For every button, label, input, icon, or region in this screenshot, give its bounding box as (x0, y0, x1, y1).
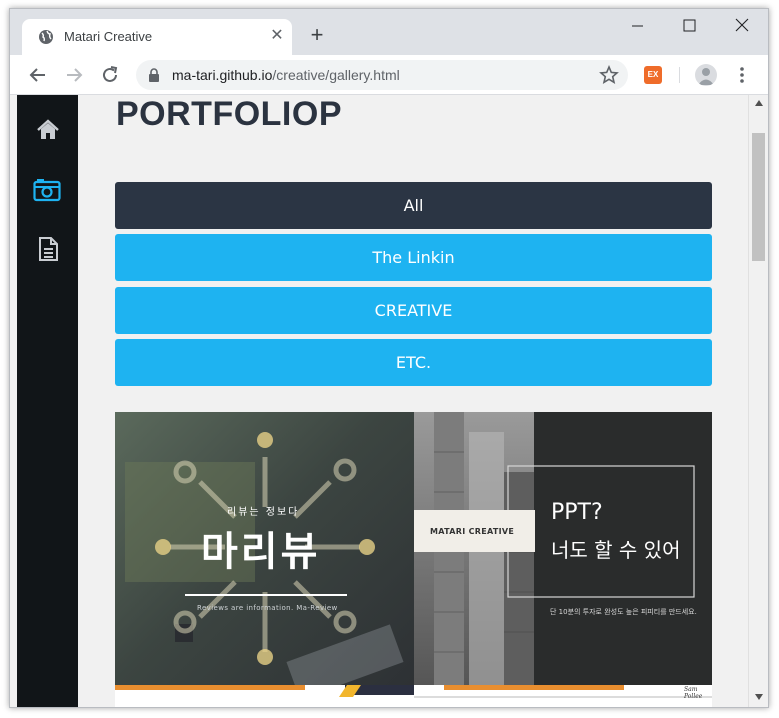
back-icon[interactable] (26, 63, 50, 87)
url-host: ma-tari.github.io (172, 67, 273, 83)
filter-all-button[interactable]: All (115, 182, 712, 229)
scroll-up-arrow-icon[interactable] (754, 99, 764, 107)
browser-window: Matari Creative ✕ + ma-tari.github.io/cr… (9, 8, 769, 708)
bookmark-star-icon[interactable] (598, 64, 620, 86)
url-text: ma-tari.github.io/creative/gallery.html (172, 67, 400, 83)
page-title: PORTFOLIOP (116, 95, 342, 133)
home-icon[interactable] (35, 117, 61, 143)
new-tab-button[interactable]: + (306, 24, 328, 46)
tab-strip: Matari Creative ✕ + (10, 9, 768, 55)
toolbar-divider (679, 67, 680, 83)
address-bar[interactable]: ma-tari.github.io/creative/gallery.html (136, 60, 628, 90)
ppt-brand-label: MATARI CREATIVE (430, 527, 515, 536)
ppt-caption: 단 10분의 투자로 완성도 높은 피피티를 만드세요. (550, 608, 697, 616)
gallery-item-ppt[interactable]: MATARI CREATIVE PPT? 너도 할 수 있어 단 10분의 투자… (414, 412, 712, 707)
vertical-scrollbar[interactable] (748, 95, 768, 707)
extension-icon[interactable]: EX (644, 66, 662, 84)
person-icon (698, 68, 714, 85)
maximize-icon[interactable] (675, 13, 705, 37)
ppt-headline: PPT? (551, 500, 603, 525)
forward-icon[interactable] (62, 63, 86, 87)
filter-creative-button[interactable]: CREATIVE (115, 287, 712, 334)
close-tab-icon[interactable]: ✕ (268, 26, 286, 46)
menu-icon[interactable] (732, 63, 752, 87)
globe-icon (39, 30, 53, 44)
gallery-grid: 리뷰는 정보다 마리뷰 Reviews are information. Ma-… (115, 412, 712, 707)
lock-icon (149, 68, 159, 82)
minimize-icon[interactable] (623, 13, 653, 37)
scroll-down-arrow-icon[interactable] (754, 693, 764, 701)
mareview-caption: Reviews are information. Ma-Review (197, 604, 338, 612)
camera-icon[interactable] (33, 177, 61, 203)
document-icon[interactable] (35, 236, 61, 262)
gallery-item-mareview[interactable]: 리뷰는 정보다 마리뷰 Reviews are information. Ma-… (115, 412, 414, 707)
profile-avatar[interactable] (695, 64, 717, 86)
mareview-subtitle: 리뷰는 정보다 (227, 507, 300, 518)
close-window-icon[interactable] (727, 13, 757, 37)
filter-the-linkin-button[interactable]: The Linkin (115, 234, 712, 281)
page-viewport: PORTFOLIOP All The Linkin CREATIVE ETC. (10, 95, 768, 707)
sidebar (17, 95, 78, 707)
ppt-signature: Sam Pollee (684, 686, 703, 700)
tab-title: Matari Creative (64, 29, 153, 44)
reload-icon[interactable] (98, 63, 122, 87)
browser-toolbar: ma-tari.github.io/creative/gallery.html … (10, 55, 768, 95)
url-path: /creative/gallery.html (272, 67, 400, 83)
main-content: PORTFOLIOP All The Linkin CREATIVE ETC. (78, 95, 748, 707)
scrollbar-thumb[interactable] (752, 133, 765, 261)
mareview-title: 마리뷰 (201, 529, 321, 575)
filter-etc-button[interactable]: ETC. (115, 339, 712, 386)
ppt-headline-2: 너도 할 수 있어 (551, 538, 681, 562)
browser-tab[interactable]: Matari Creative ✕ (22, 19, 292, 55)
